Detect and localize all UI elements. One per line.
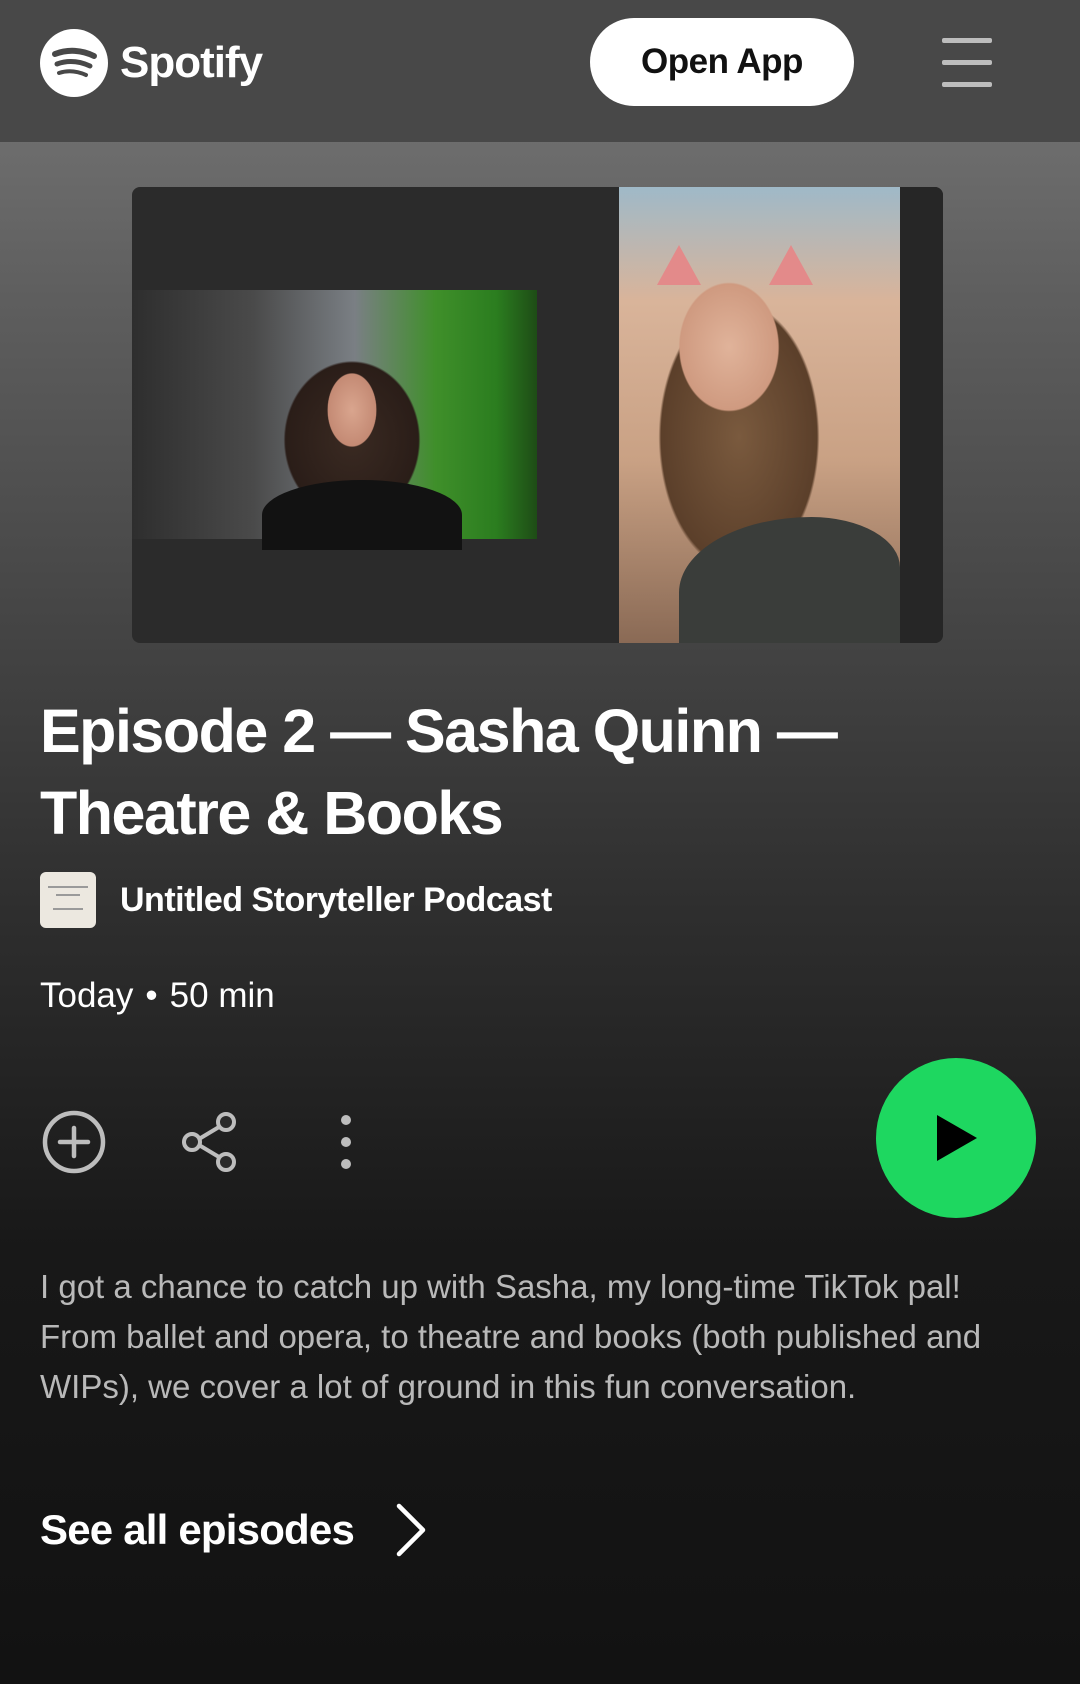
meta-separator: • [145,976,158,1015]
episode-date: Today [40,976,134,1015]
episode-cover-art [132,187,943,643]
hamburger-menu-icon[interactable] [940,38,994,88]
top-navigation-bar: Spotify Open App [0,0,1080,142]
episode-meta: Today • 50 min [40,976,275,1016]
spotify-logo-icon [40,29,108,97]
more-vertical-icon [341,1115,351,1169]
episode-page: Spotify Open App Episode 2 — Sasha Quinn… [0,0,1080,1684]
chevron-right-icon [396,1503,426,1557]
play-icon [937,1115,977,1161]
video-call-left-participant [132,290,537,550]
see-all-episodes-link[interactable]: See all episodes [40,1502,428,1558]
play-button[interactable] [876,1058,1036,1218]
share-button[interactable] [174,1106,246,1178]
share-icon [182,1112,236,1172]
see-all-episodes-label: See all episodes [40,1506,355,1553]
add-to-library-button[interactable] [38,1106,110,1178]
cover-art-edge [900,187,943,643]
spotify-logo[interactable]: Spotify [40,28,263,98]
logo-text: Spotify [120,38,263,87]
episode-description: I got a chance to catch up with Sasha, m… [40,1268,982,1405]
show-link[interactable]: Untitled Storyteller Podcast [40,872,552,928]
more-options-button[interactable] [310,1106,382,1178]
video-call-right-participant [619,187,900,643]
episode-title: Episode 2 — Sasha Quinn — Theatre & Book… [40,697,838,847]
episode-duration: 50 min [169,976,275,1015]
show-name: Untitled Storyteller Podcast [120,880,552,919]
open-app-button[interactable]: Open App [590,18,854,106]
show-thumbnail [40,872,96,928]
plus-circle-icon [42,1110,106,1174]
